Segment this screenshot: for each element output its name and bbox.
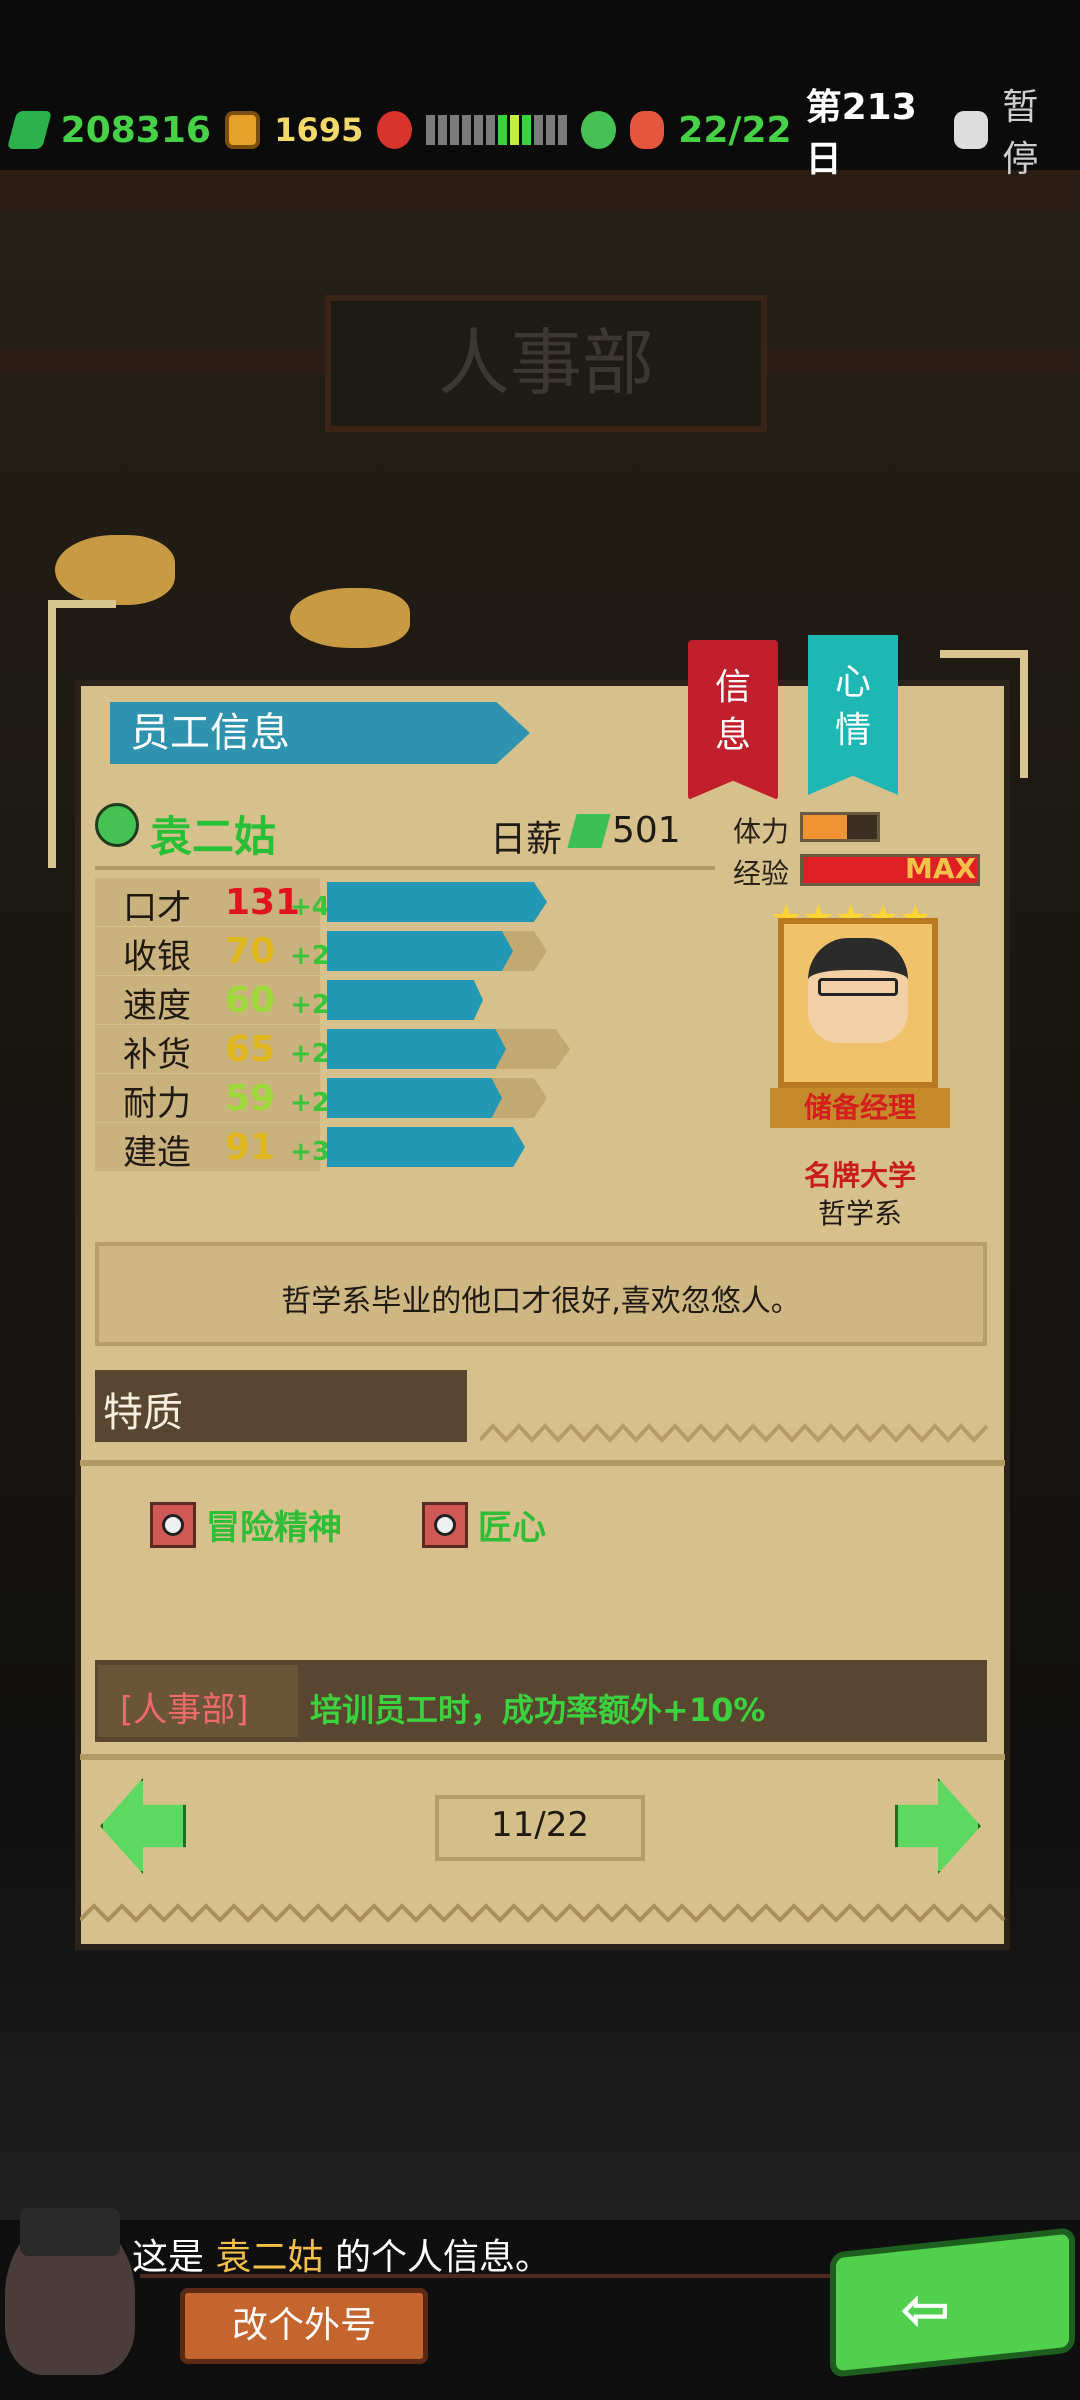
- carp-ornament-left: [55, 535, 175, 605]
- stat-row: 口才 131 +44: [95, 878, 735, 928]
- stat-label: 建造: [123, 1133, 191, 1173]
- position-badge: 储备经理: [770, 1088, 950, 1128]
- tab-mood-label: 心 情: [834, 662, 871, 751]
- cash-icon: [6, 111, 52, 149]
- tab-info[interactable]: 信 息: [688, 640, 778, 800]
- cash-icon: [567, 814, 611, 852]
- stat-row: 收银 70 +26: [95, 927, 735, 977]
- divider: [140, 2274, 830, 2278]
- mood-segment: [557, 115, 567, 145]
- staff-icon: [629, 111, 665, 149]
- trait-label: 匠心: [478, 1508, 546, 1548]
- divider: [95, 866, 715, 870]
- dialog-prefix: 这是: [132, 2237, 205, 2278]
- mood-segment: [473, 115, 483, 145]
- mood-smiley-icon: [95, 803, 139, 851]
- department-effect: 培训员工时，成功率额外+10%: [310, 1691, 766, 1729]
- coin-amount: 1695: [274, 111, 364, 149]
- stat-row: 补货 65 +24: [95, 1025, 735, 1075]
- stat-fill: [327, 882, 547, 922]
- stamina-label: 体力: [733, 815, 790, 848]
- exp-label: 经验: [733, 857, 790, 890]
- back-arrow-icon: ⇦: [900, 2275, 951, 2345]
- employee-description: 哲学系毕业的他口才很好,喜欢忽悠人。: [281, 1284, 801, 1319]
- stat-value: 70: [225, 931, 276, 972]
- mood-segment: [533, 115, 543, 145]
- pause-button[interactable]: 暂停: [1002, 78, 1068, 182]
- glasses-icon: [818, 978, 898, 996]
- mood-segment: [461, 115, 471, 145]
- happy-face-icon: [580, 111, 616, 149]
- trait-icon: [150, 1501, 196, 1548]
- tab-info-label: 信 息: [714, 667, 751, 756]
- panel-title: 员工信息: [130, 710, 290, 756]
- stat-value: 65: [225, 1029, 276, 1070]
- carp-ornament-right: [290, 588, 410, 648]
- mood-segment: [545, 115, 555, 145]
- mood-segment: [497, 115, 507, 145]
- mood-segment: [449, 115, 459, 145]
- employee-name[interactable]: 袁二姑: [150, 803, 276, 864]
- stat-label: 耐力: [123, 1084, 191, 1124]
- dialog-employee-name: 袁二姑: [215, 2237, 324, 2278]
- stat-fill: [327, 1078, 502, 1118]
- mood-segment: [521, 115, 531, 145]
- angry-face-icon: [377, 111, 412, 149]
- stat-value: 60: [225, 980, 276, 1021]
- status-bar: 208316 1695 22/22 第213日 暂停: [0, 87, 1080, 180]
- stat-row: 耐力 59 +22: [95, 1074, 735, 1124]
- tab-mood[interactable]: 心 情: [808, 635, 898, 795]
- rename-nickname-button[interactable]: 改个外号: [180, 2288, 428, 2364]
- salary-value: 501: [612, 810, 681, 851]
- pause-icon[interactable]: [953, 111, 989, 149]
- department-name: [人事部]: [120, 1690, 249, 1730]
- dialog-suffix: 的个人信息。: [334, 2237, 551, 2278]
- trait-item[interactable]: 冒险精神: [150, 1500, 342, 1549]
- staff-count: 22/22: [678, 109, 792, 151]
- stat-fill: [327, 980, 483, 1020]
- salary-label: 日薪: [490, 819, 563, 860]
- stat-row: 速度 60 +23: [95, 976, 735, 1026]
- trait-label: 冒险精神: [206, 1508, 342, 1548]
- major-name: 哲学系: [817, 1197, 902, 1230]
- mascot-hat: [20, 2208, 120, 2256]
- stat-value: 59: [225, 1078, 276, 1119]
- stat-value: 131: [225, 882, 301, 923]
- school-name: 名牌大学: [803, 1159, 916, 1192]
- mood-segment: [485, 115, 495, 145]
- cash-amount: 208316: [60, 109, 211, 151]
- stat-fill: [327, 1127, 525, 1167]
- dialog-text: 这是 袁二姑 的个人信息。: [132, 2228, 551, 2280]
- stamina-bar: [800, 812, 880, 842]
- stamina-fill: [803, 815, 848, 839]
- exp-max-text: MAX: [905, 852, 977, 885]
- stat-label: 补货: [123, 1035, 191, 1075]
- mood-segment: [509, 115, 519, 145]
- stat-fill: [327, 1029, 506, 1069]
- mood-segment: [425, 115, 435, 145]
- stat-fill: [327, 931, 513, 971]
- traits-title: 特质: [103, 1390, 183, 1436]
- coin-icon: [224, 111, 261, 149]
- mood-segment: [437, 115, 447, 145]
- trait-icon: [422, 1501, 468, 1548]
- department-sign: 人事部: [325, 295, 767, 432]
- stat-label: 口才: [123, 888, 191, 928]
- divider: [80, 1754, 1005, 1760]
- zigzag-ornament: [480, 1423, 989, 1443]
- stat-row: 建造 91 +32: [95, 1123, 735, 1173]
- back-button[interactable]: [830, 2227, 1075, 2378]
- mood-meter: [425, 115, 567, 145]
- stat-label: 收银: [123, 937, 191, 977]
- stat-label: 速度: [123, 986, 191, 1026]
- divider: [80, 1460, 1005, 1466]
- day-counter: 第213日: [805, 87, 917, 180]
- page-indicator: 11/22: [491, 1805, 589, 1845]
- stat-value: 91: [225, 1127, 276, 1168]
- trait-item[interactable]: 匠心: [422, 1500, 546, 1549]
- zigzag-ornament: [80, 1903, 1005, 1923]
